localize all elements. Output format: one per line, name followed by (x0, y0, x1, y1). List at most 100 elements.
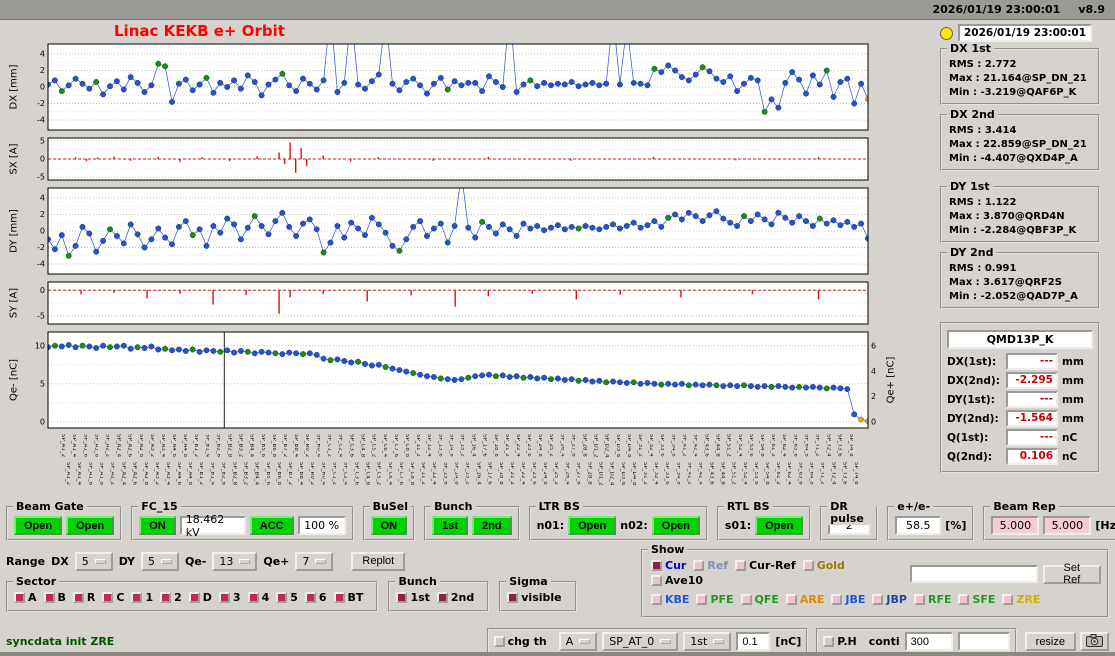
beam-gate-open2-button[interactable]: Open (66, 516, 115, 535)
checkbox-indicator[interactable] (333, 592, 345, 603)
show-region-jbe[interactable]: JBE (831, 593, 865, 606)
show-option-cur-ref[interactable]: Cur-Ref (735, 559, 796, 572)
show-option-ref[interactable]: Ref (693, 559, 728, 572)
rtl-s01-open-button[interactable]: Open (755, 516, 804, 535)
replot-button[interactable]: Replot (351, 551, 406, 571)
interval-input[interactable] (904, 632, 953, 651)
sector-a[interactable]: A (14, 591, 37, 604)
qmd-label: Q(1st): (947, 431, 989, 444)
show-region-kbe[interactable]: KBE (651, 593, 689, 606)
dy-axis-label: DY [mm] (8, 209, 20, 253)
svg-text:-4: -4 (37, 260, 45, 269)
show-region-qfe[interactable]: QFE (740, 593, 779, 606)
eplus-eminus-readout: 58.5 (895, 516, 942, 535)
sector-c[interactable]: C (102, 591, 124, 604)
checkbox-indicator[interactable] (913, 594, 925, 605)
checkbox-indicator[interactable] (651, 594, 662, 605)
sector-4[interactable]: 4 (247, 591, 269, 604)
ref-name-input[interactable] (909, 565, 1038, 583)
range-dy-dropdown[interactable]: 5 (140, 551, 179, 571)
bpm-label: SP_A3_2 (153, 462, 159, 486)
bpm-label: SP_14_8 (453, 462, 459, 485)
show-region-jbp[interactable]: JBP (872, 593, 907, 606)
range-dx-dropdown[interactable]: 5 (74, 551, 113, 571)
checkbox-indicator[interactable] (872, 594, 884, 605)
checkbox-indicator[interactable] (14, 592, 25, 603)
sector-2[interactable]: 2 (160, 591, 182, 604)
checkbox-indicator[interactable] (72, 592, 84, 603)
checkbox-indicator[interactable] (43, 592, 55, 603)
show-region-rfe[interactable]: RFE (913, 593, 951, 606)
bpm-label: SP_34_8 (675, 462, 681, 485)
sector-6[interactable]: 6 (304, 591, 327, 604)
sector-r[interactable]: R (72, 591, 95, 604)
checkbox-indicator[interactable] (276, 592, 288, 603)
bunch-select-2nd[interactable]: 2nd (436, 591, 474, 604)
show-option-gold[interactable]: Gold (802, 559, 845, 572)
sector-a-dropdown[interactable]: A (558, 632, 598, 651)
checkbox-indicator[interactable] (160, 592, 172, 603)
checkbox-indicator[interactable] (304, 592, 316, 603)
checkbox-indicator[interactable] (651, 575, 662, 586)
show-region-pfe[interactable]: PFE (696, 593, 734, 606)
checkbox-indicator[interactable] (188, 592, 200, 603)
sector-3[interactable]: 3 (218, 591, 241, 604)
checkbox-indicator[interactable] (823, 636, 835, 647)
checkbox-indicator[interactable] (102, 592, 114, 603)
bpm-label: SP_16_4 (475, 462, 481, 485)
ltr-n02-open-button[interactable]: Open (651, 516, 700, 535)
range-qeminus-dropdown[interactable]: 13 (212, 551, 258, 571)
extra-input[interactable] (957, 632, 1010, 651)
sector-d[interactable]: D (188, 591, 212, 604)
bpm-label: SP_C2_4 (337, 434, 343, 458)
checkbox-indicator[interactable] (493, 636, 505, 647)
sector-b[interactable]: B (43, 591, 66, 604)
fc15-on-button[interactable]: ON (139, 516, 176, 535)
sector-5[interactable]: 5 (276, 591, 298, 604)
bpm-label: SP_31_2 (641, 462, 647, 485)
checkbox-indicator[interactable] (1002, 594, 1014, 605)
checkbox-indicator[interactable] (507, 592, 519, 603)
checkbox-indicator[interactable] (247, 592, 259, 603)
set-ref-button[interactable]: Set Ref (1042, 562, 1101, 586)
range-qeplus-dropdown[interactable]: 7 (295, 551, 334, 571)
busel-on-button[interactable]: ON (370, 516, 408, 535)
checkbox-indicator[interactable] (740, 594, 752, 605)
checkbox-indicator[interactable] (735, 560, 747, 571)
checkbox-indicator[interactable] (131, 592, 143, 603)
checkbox-indicator[interactable] (958, 594, 970, 605)
sector-bt[interactable]: BT (333, 591, 363, 604)
show-region-sfe[interactable]: SFE (958, 593, 995, 606)
ph-checkbox[interactable]: P.H (823, 635, 857, 648)
resize-button[interactable]: resize (1024, 632, 1076, 651)
chg-th-checkbox[interactable]: chg th (493, 635, 547, 648)
checkbox-indicator[interactable] (785, 594, 797, 605)
qe-chart: 10 5 0 6 4 2 0 (22, 330, 884, 430)
screenshot-button[interactable] (1080, 632, 1109, 651)
checkbox-indicator[interactable] (396, 592, 408, 603)
beam-gate-open1-button[interactable]: Open (14, 516, 63, 535)
threshold-input[interactable] (736, 632, 771, 651)
fc15-acc-button[interactable]: ACC (249, 516, 294, 535)
checkbox-indicator[interactable] (802, 560, 814, 571)
bunch-order-dropdown[interactable]: 1st (683, 632, 732, 651)
show-region-are[interactable]: ARE (785, 593, 824, 606)
qmd-label: DY(1st): (947, 393, 995, 406)
bunch-select-1st[interactable]: 1st (396, 591, 430, 604)
checkbox-indicator[interactable] (693, 560, 705, 571)
sector-1[interactable]: 1 (131, 591, 153, 604)
bunch-1st-button[interactable]: 1st (432, 516, 468, 535)
checkbox-indicator[interactable] (218, 592, 230, 603)
sigma-visible[interactable]: visible (507, 591, 562, 604)
show-option-ave10[interactable]: Ave10 (651, 574, 703, 587)
checkbox-indicator[interactable] (436, 592, 448, 603)
checkbox-indicator[interactable] (831, 594, 843, 605)
ltr-n01-open-button[interactable]: Open (568, 516, 617, 535)
bpm-label: SP_21_2 (508, 462, 514, 485)
show-option-cur[interactable]: Cur (651, 559, 686, 572)
checkbox-indicator[interactable] (696, 594, 708, 605)
checkbox-indicator[interactable] (651, 560, 662, 571)
bunch-2nd-button[interactable]: 2nd (472, 516, 512, 535)
show-region-zre[interactable]: ZRE (1002, 593, 1040, 606)
bpm-select-dropdown[interactable]: SP_AT_0 (602, 632, 679, 651)
